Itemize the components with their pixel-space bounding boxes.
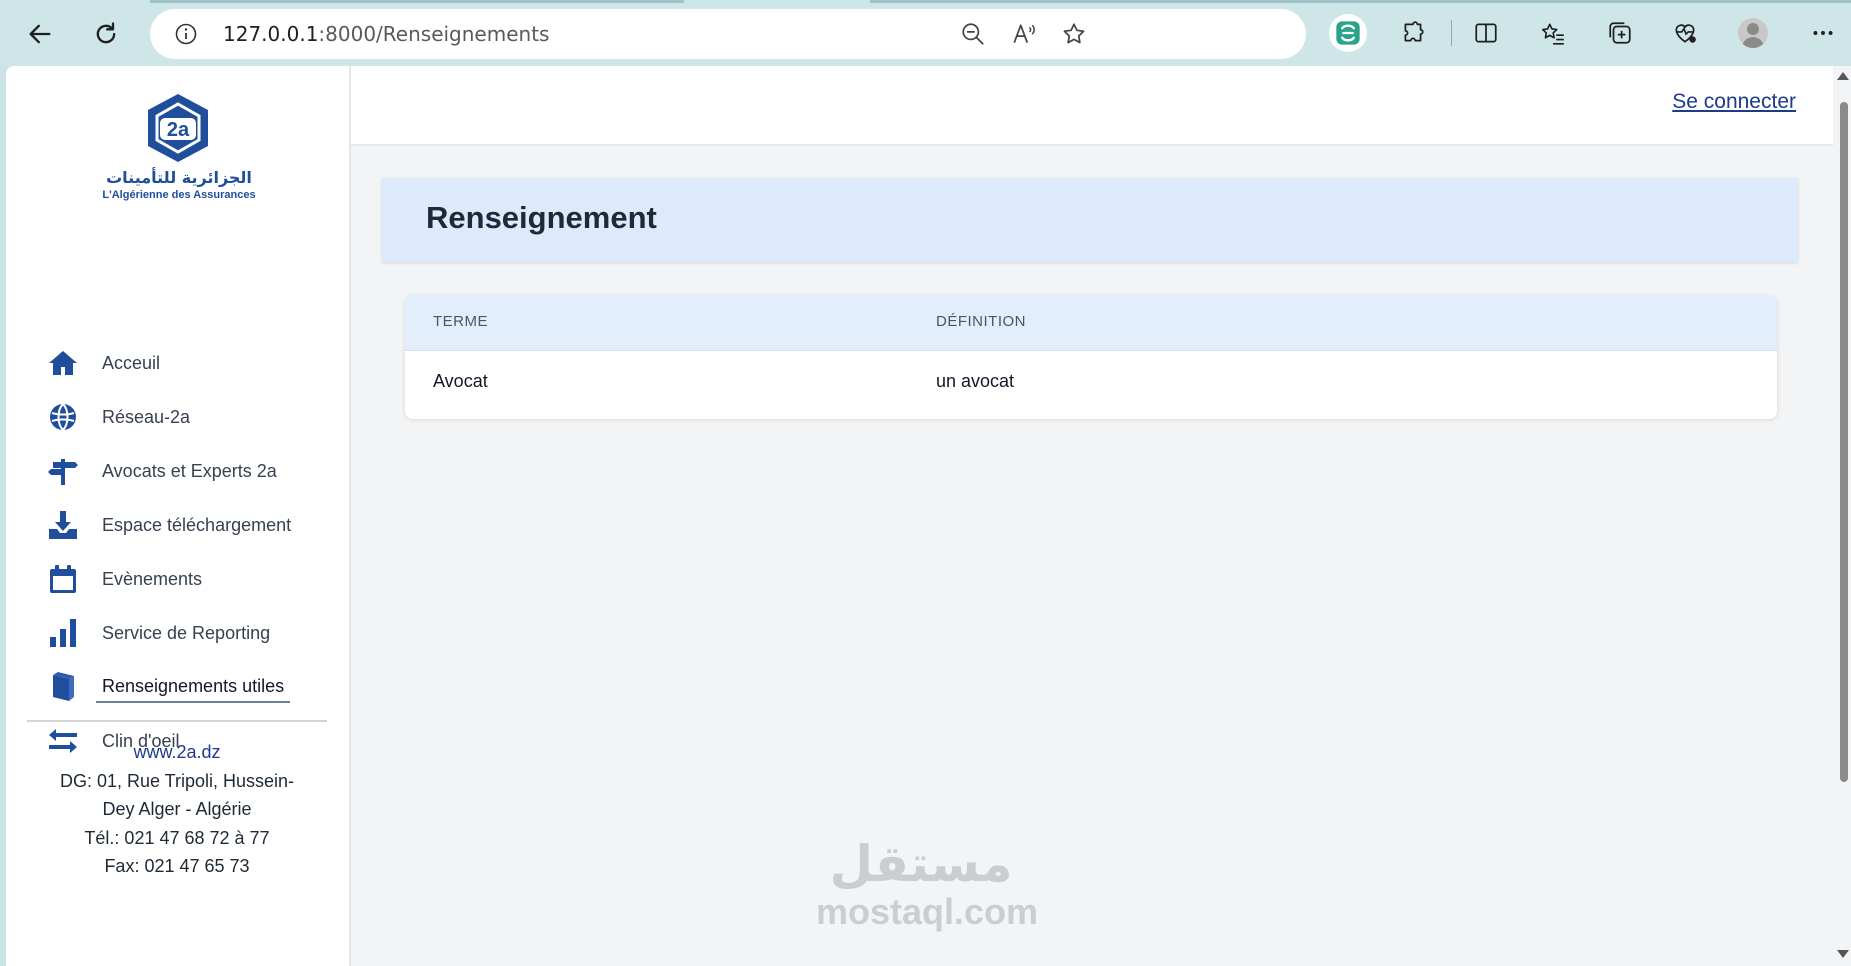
avatar-body: [1742, 37, 1764, 48]
browser-toolbar: 127.0.0.1:8000/Renseignements: [0, 0, 1851, 66]
split-screen-icon: [1475, 23, 1497, 43]
sidebar-item-label: Espace téléchargement: [102, 514, 292, 535]
table-header-row: TERME DÉFINITION: [405, 295, 1777, 351]
sidebar-item-label: Evènements: [102, 568, 203, 589]
address-bar[interactable]: 127.0.0.1:8000/Renseignements: [150, 9, 1306, 59]
fax-text: Fax: 021 47 65 73: [104, 856, 250, 876]
address-line-1: DG: 01, Rue Tripoli, Hussein-: [59, 770, 295, 791]
logo-hexagon-icon: 2a: [148, 94, 208, 162]
website-link[interactable]: www.2a.dz: [26, 738, 328, 767]
collections-button[interactable]: [1603, 16, 1637, 50]
logo-arabic-text: الجزائرية للتأمينات: [106, 168, 252, 187]
sidebar-item-label: Réseau-2a: [102, 406, 191, 427]
book-icon: [46, 670, 80, 704]
terms-table: TERME DÉFINITION Avocat un avocat: [405, 295, 1777, 419]
sidebar-item-renseignements[interactable]: Renseignements utiles: [46, 660, 336, 714]
home-icon: [46, 346, 80, 380]
refresh-button[interactable]: [88, 16, 124, 52]
page-viewport: 2a الجزائرية للتأمينات L'Algérienne des …: [6, 66, 1851, 966]
tab-strip-edge: [150, 0, 684, 3]
table-cell-terme: Avocat: [433, 371, 488, 391]
logo-french-text: L'Algérienne des Assurances: [102, 189, 256, 201]
extensions-puzzle-icon: [1404, 21, 1424, 42]
url-host: 127.0.0.1: [223, 22, 319, 46]
toolbar-separator: [1451, 20, 1452, 46]
calendar-icon: [46, 562, 80, 596]
column-header-terme: TERME: [433, 313, 488, 330]
signpost-icon: [46, 454, 80, 488]
sidebar-item-label: Acceuil: [102, 352, 161, 373]
back-button[interactable]: [22, 16, 58, 52]
browser-health-button[interactable]: [1668, 16, 1702, 50]
address-line-2: Dey Alger - Algérie: [102, 799, 252, 819]
table-cell-definition: un avocat: [936, 371, 1015, 391]
extension-active-button[interactable]: [1329, 14, 1367, 52]
scrollbar-thumb[interactable]: [1840, 102, 1848, 782]
browser-health-icon: [1675, 24, 1696, 43]
company-logo[interactable]: 2a الجزائرية للتأمينات L'Algérienne des …: [94, 92, 264, 212]
top-bar: Se connecter: [351, 66, 1833, 146]
page-title: Renseignement: [426, 200, 657, 235]
watermark-latin: mostaql.com: [816, 891, 1039, 932]
url-text[interactable]: 127.0.0.1:8000/Renseignements: [223, 22, 549, 46]
logo-mark-text: 2a: [167, 119, 190, 141]
login-link[interactable]: Se connecter: [1672, 90, 1796, 114]
sidebar-menu: Acceuil Réseau-2a Avocats et Experts 2a …: [46, 336, 336, 768]
tab-strip-edge: [870, 0, 1851, 3]
phone-text: Tél.: 021 47 68 72 à 77: [84, 827, 270, 848]
refresh-icon: [96, 22, 116, 44]
favorites-button[interactable]: [1536, 16, 1570, 50]
sidebar-item-evenements[interactable]: Evènements: [46, 552, 336, 606]
sidebar-item-telechargement[interactable]: Espace téléchargement: [46, 498, 336, 552]
extensions-button[interactable]: [1396, 16, 1430, 50]
more-menu-button[interactable]: [1806, 16, 1840, 50]
sidebar: 2a الجزائرية للتأمينات L'Algérienne des …: [6, 66, 351, 966]
column-header-definition: DÉFINITION: [936, 313, 1026, 330]
read-aloud-icon[interactable]: [1011, 21, 1037, 47]
avatar-head: [1747, 23, 1759, 35]
back-icon: [29, 24, 51, 44]
scroll-up-arrow-icon[interactable]: [1837, 72, 1849, 80]
info-icon[interactable]: [174, 22, 198, 46]
page-header: Renseignement: [382, 178, 1798, 262]
scroll-down-arrow-icon[interactable]: [1837, 950, 1849, 958]
profile-avatar-icon[interactable]: [1738, 18, 1768, 48]
favorites-list-icon: [1541, 23, 1564, 45]
contact-info: www.2a.dz DG: 01, Rue Tripoli, Hussein- …: [26, 738, 328, 881]
sidebar-item-reseau[interactable]: Réseau-2a: [46, 390, 336, 444]
sidebar-item-reporting[interactable]: Service de Reporting: [46, 606, 336, 660]
mostaql-watermark: مستقل mostaql.com: [816, 835, 1039, 932]
collections-icon: [1609, 22, 1631, 44]
more-menu-icon: [1813, 31, 1833, 35]
zoom-out-icon[interactable]: [960, 21, 986, 47]
split-screen-button[interactable]: [1469, 16, 1503, 50]
sidebar-item-label: Avocats et Experts 2a: [102, 460, 277, 481]
extension-active-icon: [1336, 21, 1360, 45]
sidebar-item-avocats[interactable]: Avocats et Experts 2a: [46, 444, 336, 498]
download-icon: [46, 508, 80, 542]
sidebar-divider: [27, 720, 327, 722]
sidebar-item-label: Service de Reporting: [102, 622, 271, 643]
bar-chart-icon: [46, 616, 80, 650]
sidebar-item-label: Renseignements utiles: [96, 672, 291, 703]
favorite-star-icon[interactable]: [1061, 21, 1087, 47]
globe-icon: [46, 400, 80, 434]
watermark-arabic: مستقل: [829, 835, 1013, 893]
url-path: :8000/Renseignements: [318, 22, 550, 46]
sidebar-item-acceuil[interactable]: Acceuil: [46, 336, 336, 390]
